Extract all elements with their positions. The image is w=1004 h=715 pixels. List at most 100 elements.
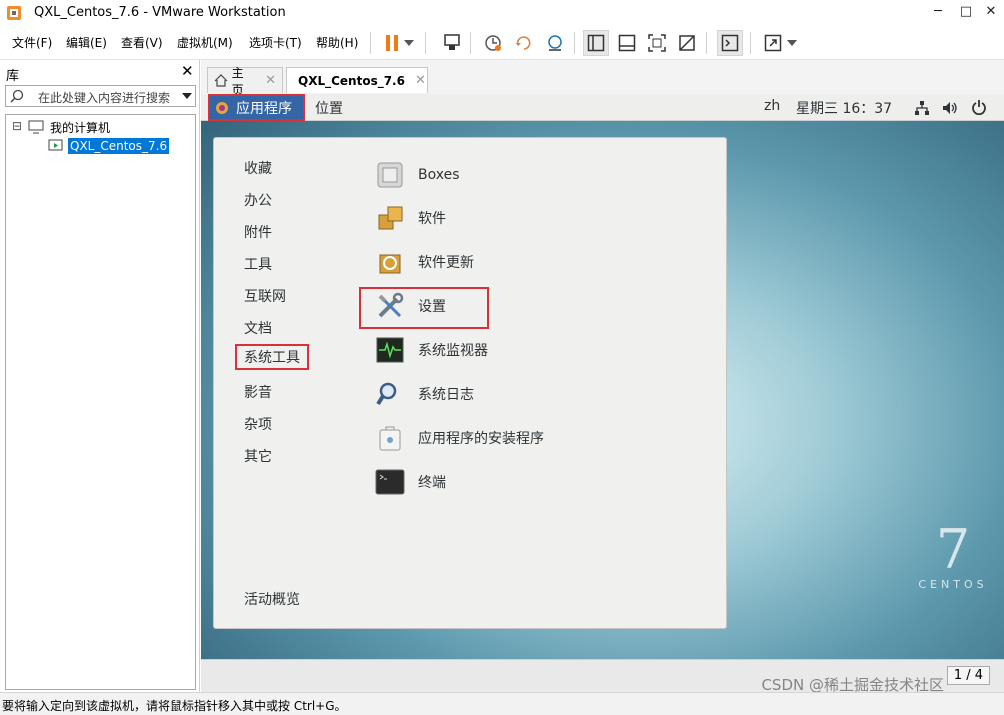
maximize-button[interactable]: □: [953, 0, 979, 26]
library-close-icon[interactable]: ✕: [181, 62, 194, 80]
app-system-monitor[interactable]: 系统监视器: [374, 333, 488, 367]
input-language-indicator[interactable]: zh: [764, 98, 780, 114]
snapshot-manager-icon[interactable]: [542, 30, 568, 56]
title-bar: QXL_Centos_7.6 - VMware Workstation ─ □ …: [0, 0, 1004, 26]
tab-close-icon[interactable]: ✕: [415, 73, 426, 88]
library-search-input[interactable]: 在此处键入内容进行搜索: [5, 85, 196, 107]
category-other[interactable]: 其它: [244, 446, 272, 466]
category-accessories[interactable]: 附件: [244, 222, 272, 242]
tab-vm[interactable]: QXL_Centos_7.6 ✕: [286, 67, 428, 93]
app-terminal[interactable]: 终端: [374, 465, 446, 499]
snapshot-icon[interactable]: [480, 30, 506, 56]
category-sound-video[interactable]: 影音: [244, 382, 272, 402]
activities-overview[interactable]: 活动概览: [244, 589, 300, 609]
revert-snapshot-icon[interactable]: [511, 30, 537, 56]
window-title: QXL_Centos_7.6 - VMware Workstation: [34, 5, 286, 20]
console-icon[interactable]: [717, 30, 743, 56]
app-software[interactable]: 软件: [374, 201, 446, 235]
gnome-foot-icon: [216, 101, 228, 114]
applications-menu-label: 应用程序: [236, 100, 292, 117]
gnome-top-bar: 应用程序 位置 zh 星期三 16：37: [201, 94, 1004, 121]
tree-item-my-computer[interactable]: 我的计算机: [50, 119, 110, 136]
search-dropdown-icon[interactable]: [182, 93, 192, 99]
app-installer-icon: [374, 422, 406, 454]
no-stretch-icon[interactable]: [674, 30, 700, 56]
places-menu-button[interactable]: 位置: [315, 98, 343, 118]
clock[interactable]: 星期三 16：37: [796, 98, 892, 118]
thumbnail-view-icon[interactable]: [614, 30, 640, 56]
toolbar-separator: [470, 32, 471, 54]
search-placeholder: 在此处键入内容进行搜索: [38, 91, 171, 105]
fullscreen-icon[interactable]: [760, 30, 786, 56]
app-installer[interactable]: 应用程序的安装程序: [374, 421, 544, 455]
centos-wordmark: CENTOS: [918, 578, 988, 591]
gnome-bottom-bar: CSDN @稀土掘金技术社区 1 / 4: [201, 659, 1004, 692]
send-ctrl-alt-del-icon[interactable]: [439, 30, 465, 56]
tab-label: QXL_Centos_7.6: [298, 73, 405, 88]
tree-collapse-toggle[interactable]: ⊟: [12, 119, 22, 133]
app-software-update[interactable]: 软件更新: [374, 245, 474, 279]
software-update-icon: [374, 246, 406, 278]
power-icon[interactable]: [971, 99, 987, 115]
boxes-icon: [374, 159, 406, 191]
settings-highlight-box: [359, 287, 489, 329]
pause-dropdown-icon[interactable]: [401, 30, 417, 56]
toolbar-separator: [425, 32, 426, 54]
menu-tabs[interactable]: 选项卡(T): [249, 34, 302, 51]
menu-edit[interactable]: 编辑(E): [66, 34, 107, 51]
tab-home[interactable]: 主页 ✕: [207, 66, 283, 97]
menu-vm[interactable]: 虚拟机(M): [177, 34, 233, 51]
category-misc[interactable]: 杂项: [244, 414, 272, 434]
guest-display[interactable]: 应用程序 位置 zh 星期三 16：37 收藏 办公 附件 工具 互联网 文档 …: [201, 94, 1004, 692]
category-internet[interactable]: 互联网: [244, 286, 286, 306]
centos-version-number: 7: [935, 518, 971, 581]
status-text: 要将输入定向到该虚拟机，请将鼠标指针移入其中或按 Ctrl+G。: [2, 699, 347, 713]
menu-view[interactable]: 查看(V): [121, 34, 163, 51]
software-icon: [374, 202, 406, 234]
status-bar: 要将输入定向到该虚拟机，请将鼠标指针移入其中或按 Ctrl+G。: [0, 692, 1004, 715]
menu-toolbar-bar: 文件(F) 编辑(E) 查看(V) 虚拟机(M) 选项卡(T) 帮助(H): [0, 26, 1004, 60]
toolbar-separator: [574, 32, 575, 54]
toolbar-separator: [750, 32, 751, 54]
fullscreen-dropdown-icon[interactable]: [784, 30, 800, 56]
volume-icon[interactable]: [942, 100, 958, 116]
applications-menu-button[interactable]: 应用程序: [208, 94, 305, 121]
app-system-log[interactable]: 系统日志: [374, 377, 474, 411]
category-favorites[interactable]: 收藏: [244, 158, 272, 178]
library-view-icon[interactable]: [583, 30, 609, 56]
tab-label: 主页: [231, 65, 244, 97]
menu-file[interactable]: 文件(F): [12, 34, 52, 51]
toolbar-separator: [706, 32, 707, 54]
network-icon[interactable]: [914, 100, 930, 116]
centos-logo: 7 CENTOS: [913, 518, 993, 592]
toolbar-separator: [370, 32, 371, 54]
app-label: 应用程序的安装程序: [418, 431, 544, 447]
tab-strip: 主页 ✕ QXL_Centos_7.6 ✕: [201, 60, 1004, 97]
app-label: 软件更新: [418, 255, 474, 271]
category-system-tools[interactable]: 系统工具: [235, 344, 309, 370]
category-tools[interactable]: 工具: [244, 254, 272, 274]
app-label: 终端: [418, 475, 446, 491]
library-panel: 库 ✕ 在此处键入内容进行搜索 ⊟ 我的计算机 QXL_Centos_7.6: [0, 60, 200, 692]
computer-icon: [28, 120, 44, 134]
workspace-indicator[interactable]: 1 / 4: [946, 666, 990, 685]
tab-close-icon[interactable]: ✕: [265, 73, 276, 88]
library-tree: ⊟ 我的计算机 QXL_Centos_7.6: [5, 114, 196, 690]
category-office[interactable]: 办公: [244, 190, 272, 210]
close-window-button[interactable]: ✕: [978, 0, 1004, 26]
category-documents[interactable]: 文档: [244, 318, 272, 338]
watermark-text: CSDN @稀土掘金技术社区: [761, 676, 944, 692]
applications-menu-popup: 收藏 办公 附件 工具 互联网 文档 系统工具 影音 杂项 其它 Boxes 软…: [213, 137, 727, 629]
app-label: Boxes: [418, 167, 460, 183]
library-title: 库: [6, 69, 20, 84]
app-boxes[interactable]: Boxes: [374, 158, 460, 192]
tree-item-vm[interactable]: QXL_Centos_7.6: [68, 138, 170, 154]
terminal-icon: [374, 466, 406, 498]
search-icon: [10, 89, 24, 103]
vmware-app-icon: [6, 5, 22, 21]
app-label: 系统日志: [418, 387, 474, 403]
vm-icon: [48, 139, 63, 151]
menu-help[interactable]: 帮助(H): [316, 34, 358, 51]
minimize-button[interactable]: ─: [925, 0, 951, 26]
fit-guest-icon[interactable]: [644, 30, 670, 56]
